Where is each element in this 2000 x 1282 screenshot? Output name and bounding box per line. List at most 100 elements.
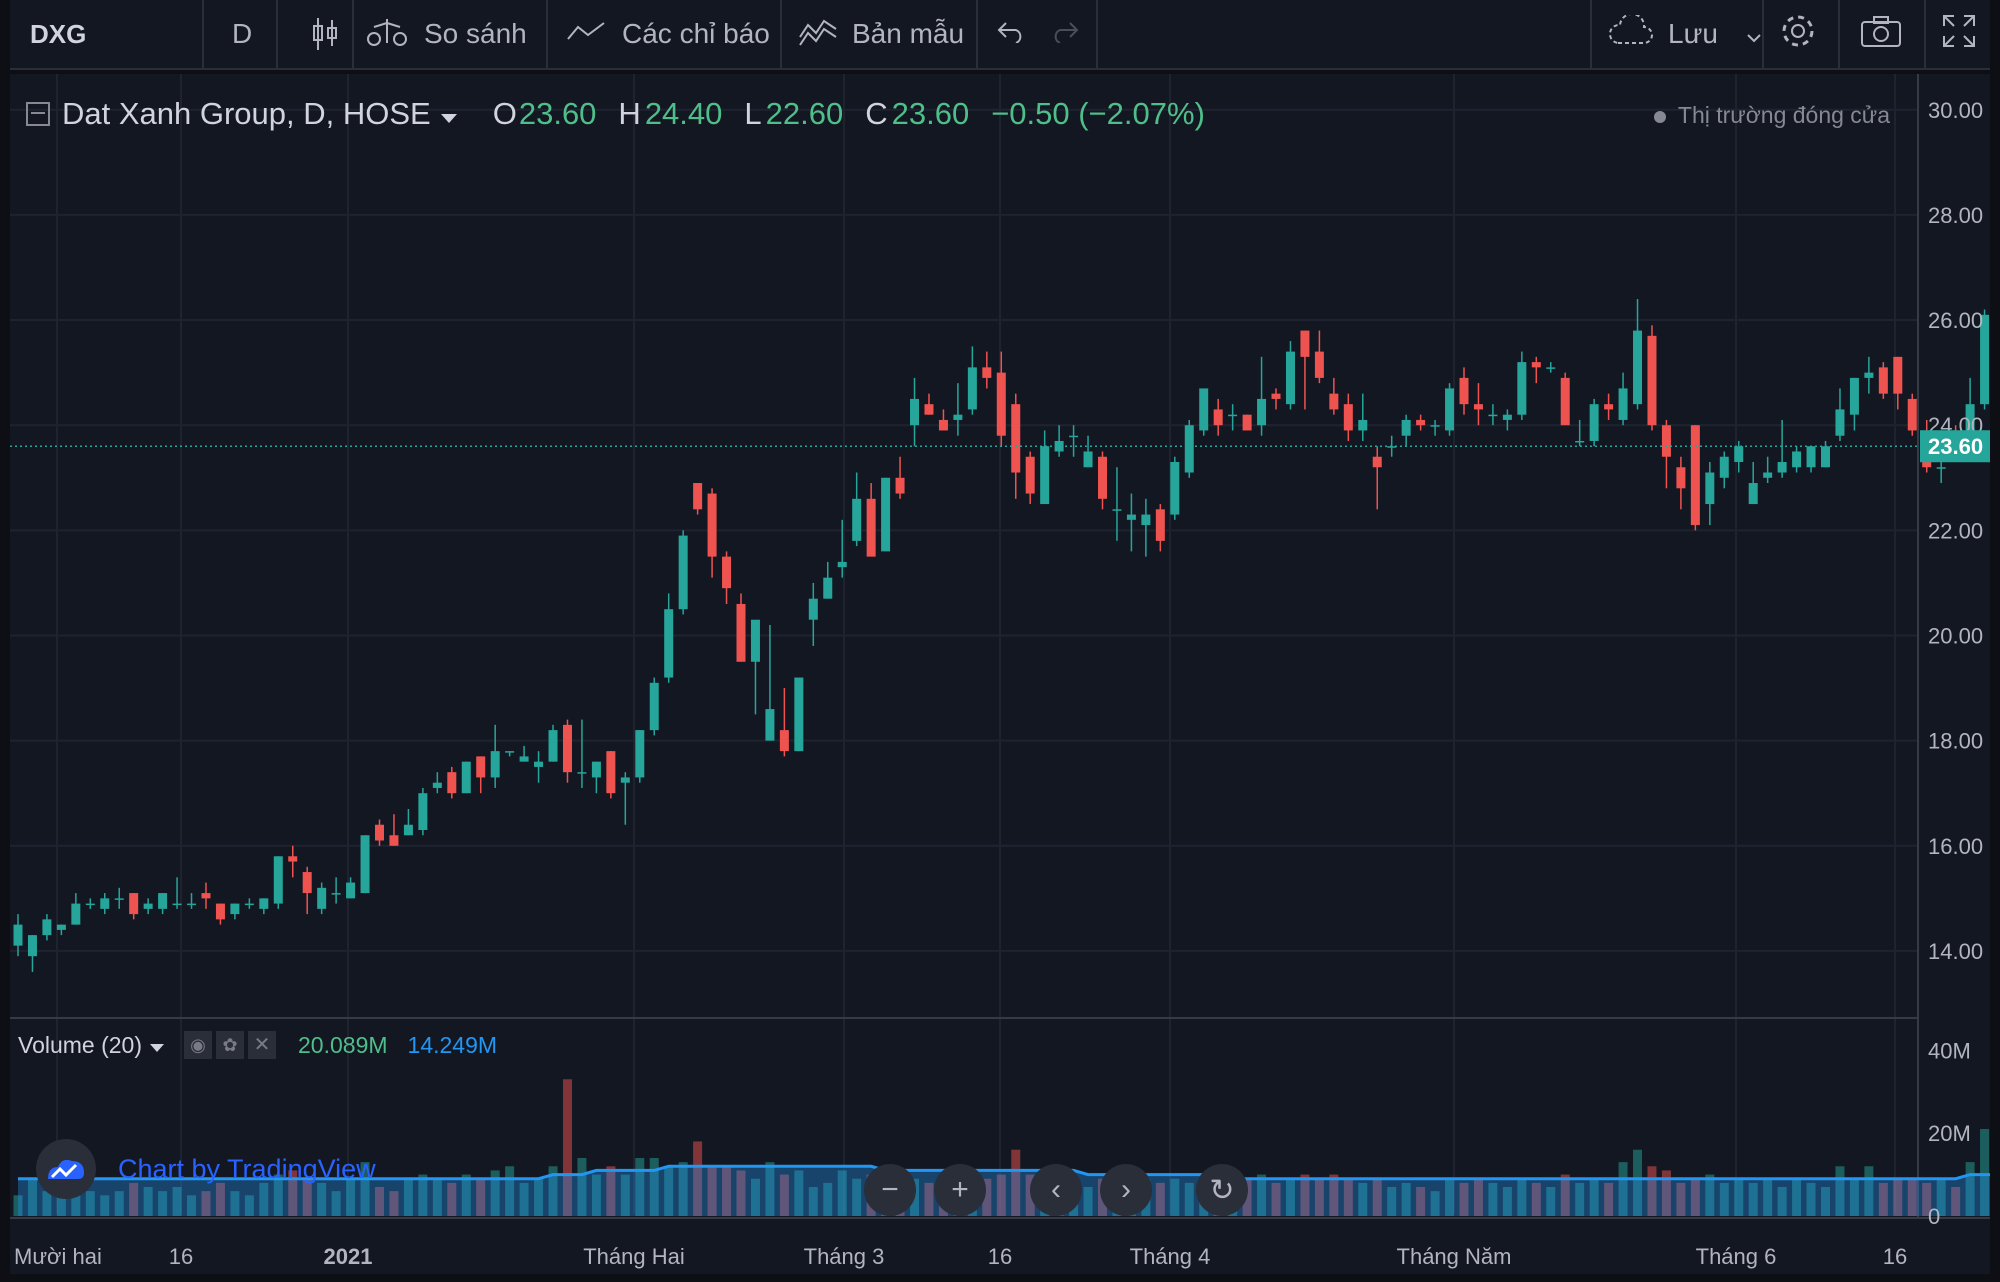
tradingview-logo-icon	[36, 1139, 96, 1199]
interval-button[interactable]: D	[232, 0, 252, 68]
time-tick-label: Tháng Năm	[1397, 1244, 1512, 1269]
time-tick-label: 16	[1883, 1244, 1907, 1269]
gear-icon[interactable]: ✿	[216, 1031, 245, 1059]
candle-body	[1864, 372, 1874, 378]
candle-body	[389, 835, 399, 846]
chevron-down-icon	[1746, 18, 1762, 50]
candle-body	[664, 609, 674, 678]
volume-tick-label: 0	[1928, 1204, 1940, 1229]
candle-body	[823, 577, 833, 599]
chevron-left-icon: ‹	[1051, 1173, 1061, 1206]
templates-button[interactable]: Bản mẫu	[798, 0, 964, 68]
camera-icon	[1860, 14, 1902, 55]
candlestick-series	[13, 299, 1990, 972]
time-tick-label: Mười hai	[14, 1244, 102, 1269]
candle-body	[866, 498, 876, 557]
candle-body	[924, 404, 934, 415]
settings-button[interactable]	[1778, 0, 1818, 68]
compare-button[interactable]: So sánh	[366, 0, 527, 68]
minus-icon: −	[881, 1173, 899, 1206]
tradingview-watermark[interactable]: Chart by TradingView	[36, 1139, 376, 1199]
candle-body	[1069, 435, 1079, 438]
close-icon[interactable]: ✕	[248, 1031, 277, 1059]
scroll-right-button[interactable]: ›	[1100, 1164, 1152, 1216]
candle-body	[881, 477, 891, 552]
volume-ma-value: 14.249M	[407, 1031, 498, 1058]
status-dot-icon	[1653, 110, 1666, 123]
candle-body	[27, 935, 37, 957]
candle-body	[346, 882, 356, 899]
reset-chart-button[interactable]: ↻	[1196, 1164, 1248, 1216]
candle-body	[143, 903, 153, 909]
candle-body	[1821, 446, 1830, 468]
candle-body	[1098, 456, 1107, 499]
last-price-label: 23.60	[1928, 434, 1983, 459]
candle-body	[418, 793, 428, 830]
candle-body	[331, 893, 341, 895]
candle-body	[1734, 446, 1744, 462]
scroll-left-button[interactable]: ‹	[1030, 1164, 1082, 1216]
time-tick-label: Tháng 6	[1696, 1244, 1777, 1269]
candle-body	[1488, 414, 1498, 417]
volume-tick-label: 20M	[1928, 1121, 1971, 1146]
volume-label[interactable]: Volume (20)	[18, 1032, 142, 1059]
time-axis: Mười hai 16 2021 Tháng Hai Tháng 3 16 Tháng 4 T…	[14, 1244, 1907, 1269]
indicators-icon	[566, 18, 606, 50]
candle-body	[1401, 419, 1411, 436]
candle-body	[953, 414, 963, 420]
candle-body	[1141, 514, 1151, 526]
candle-body	[736, 603, 746, 662]
snapshot-button[interactable]	[1860, 0, 1902, 68]
close-label: C	[865, 96, 888, 131]
toolbar-divider	[1096, 0, 1098, 68]
candle-body	[1112, 509, 1122, 511]
candle-body	[1011, 404, 1021, 473]
redo-button[interactable]	[1050, 0, 1080, 68]
chart-area[interactable]: 30.00 28.00 26.00 24.00 22.00 20.00 18.00 16.00…	[10, 74, 1990, 1274]
chevron-down-icon[interactable]	[150, 1032, 165, 1059]
fullscreen-button[interactable]	[1942, 0, 1976, 68]
candle-body	[1763, 472, 1773, 478]
time-tick-label: 16	[988, 1244, 1012, 1269]
eye-icon[interactable]: ◉	[184, 1031, 213, 1059]
candle-body	[114, 898, 124, 900]
price-chart[interactable]: 30.0028.0026.0024.0022.0020.0018.0016.00…	[10, 74, 1990, 1274]
candle-body	[505, 751, 515, 753]
candle-body	[577, 772, 587, 774]
market-status-text: Thị trường đóng cửa	[1677, 102, 1890, 128]
zoom-in-button[interactable]: +	[934, 1164, 986, 1216]
candle-body	[85, 903, 95, 906]
market-status: Thị trường đóng cửa	[1653, 102, 1890, 129]
price-tick-label: 18.00	[1928, 729, 1983, 754]
undo-button[interactable]	[996, 0, 1026, 68]
save-button[interactable]: Lưu	[1606, 0, 1762, 68]
indicators-button[interactable]: Các chỉ báo	[566, 0, 770, 68]
candle-body	[1560, 377, 1570, 426]
collapse-icon[interactable]	[26, 102, 50, 126]
candle-body	[56, 924, 66, 930]
candles-chart-type-icon[interactable]	[310, 0, 340, 68]
candle-body	[678, 535, 688, 610]
close-value: 23.60	[891, 96, 970, 131]
price-tick-label: 20.00	[1928, 623, 1983, 648]
save-label: Lưu	[1668, 18, 1718, 49]
top-toolbar: DXG D So sánh Các chỉ báo Bản mẫu Lưu	[10, 0, 1990, 70]
candle-body	[1502, 414, 1512, 420]
candle-body	[1040, 446, 1050, 505]
zoom-out-button[interactable]: −	[864, 1164, 916, 1216]
candle-body	[259, 898, 269, 909]
symbol-search-button[interactable]: DXG	[30, 0, 86, 68]
candle-body	[187, 903, 197, 906]
candle-body	[201, 893, 211, 899]
candle-body	[432, 782, 442, 788]
candle-body	[1748, 483, 1758, 505]
candle-body	[1546, 367, 1556, 369]
candle-body	[1228, 414, 1238, 417]
symbol-title[interactable]: Dat Xanh Group, D, HOSE	[62, 96, 431, 132]
candle-body	[1878, 367, 1888, 394]
candle-body	[288, 856, 298, 862]
candle-body	[1604, 404, 1614, 410]
candle-body	[1213, 409, 1223, 426]
candle-body	[403, 824, 413, 836]
chevron-down-icon[interactable]	[440, 96, 457, 132]
